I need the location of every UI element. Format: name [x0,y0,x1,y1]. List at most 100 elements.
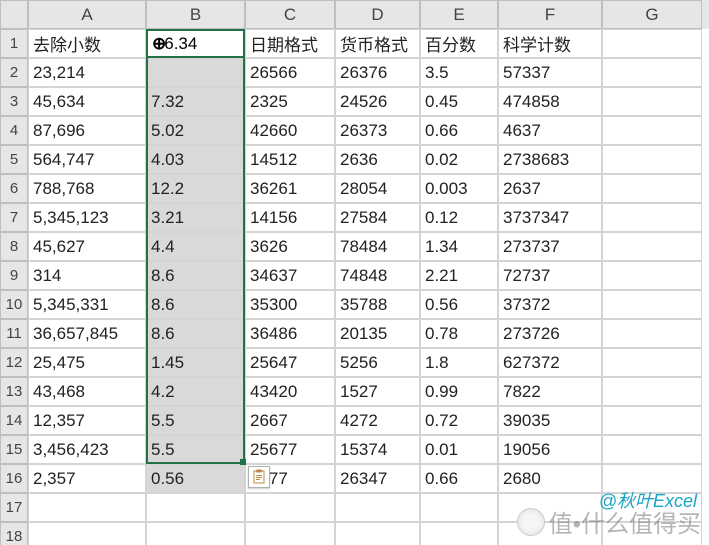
cell[interactable]: 0.56 [420,290,498,319]
row-header[interactable]: 18 [0,522,28,545]
cell[interactable]: 4.4 [146,232,245,261]
cell[interactable]: 23,214 [28,58,146,87]
fill-handle[interactable] [240,459,246,465]
cell[interactable]: 35788 [335,290,420,319]
cell[interactable] [602,522,702,545]
cell[interactable]: 2738683 [498,145,602,174]
cell[interactable]: 28054 [335,174,420,203]
cell[interactable]: 78484 [335,232,420,261]
cell[interactable]: 0.003 [420,174,498,203]
cell[interactable]: 5256 [335,348,420,377]
cell[interactable]: 0.45 [420,87,498,116]
row-header[interactable]: 3 [0,87,28,116]
row-header[interactable]: 12 [0,348,28,377]
cell[interactable]: 4272 [335,406,420,435]
cell[interactable]: 8.6 [146,290,245,319]
row-header[interactable]: 1 [0,29,28,58]
cell[interactable] [602,464,702,493]
cell[interactable] [602,290,702,319]
row-header[interactable]: 8 [0,232,28,261]
cell[interactable]: 12,357 [28,406,146,435]
cell[interactable] [335,522,420,545]
cell[interactable]: 27584 [335,203,420,232]
cell[interactable]: 0.12 [420,203,498,232]
cell[interactable]: 37372 [498,290,602,319]
cell[interactable]: 5.02 [146,116,245,145]
cell[interactable]: 36261 [245,174,335,203]
cell[interactable]: 4637 [498,116,602,145]
row-header[interactable]: 6 [0,174,28,203]
cell[interactable]: 273726 [498,319,602,348]
cell[interactable]: 3.5 [420,58,498,87]
cell[interactable] [602,203,702,232]
cell[interactable]: 去除小数 [28,29,146,58]
select-all-corner[interactable] [0,0,28,29]
cell[interactable]: 8.6 [146,319,245,348]
cell[interactable]: 74848 [335,261,420,290]
cell[interactable]: 2637 [498,174,602,203]
cell[interactable] [498,522,602,545]
cell[interactable]: 42660 [245,116,335,145]
cell[interactable]: 45,627 [28,232,146,261]
cell[interactable]: 0.02 [420,145,498,174]
cell[interactable] [602,493,702,522]
cell[interactable] [602,87,702,116]
cell[interactable]: 0.66 [420,464,498,493]
cell[interactable]: 3737347 [498,203,602,232]
row-header[interactable]: 4 [0,116,28,145]
cell[interactable] [420,522,498,545]
cell[interactable]: 25647 [245,348,335,377]
cell[interactable]: 15374 [335,435,420,464]
cell[interactable]: 24526 [335,87,420,116]
cell[interactable]: 2.21 [420,261,498,290]
cell[interactable]: 2636 [335,145,420,174]
col-header-E[interactable]: E [420,0,498,29]
cell[interactable]: 百分数 [420,29,498,58]
cell[interactable]: 564,747 [28,145,146,174]
cell[interactable]: 5.5 [146,406,245,435]
cell[interactable] [335,493,420,522]
row-header[interactable]: 13 [0,377,28,406]
cell[interactable]: 25677 [245,435,335,464]
cell[interactable]: 36,657,845 [28,319,146,348]
row-header[interactable]: 2 [0,58,28,87]
cell[interactable]: 1.8 [420,348,498,377]
cell[interactable]: 5,345,331 [28,290,146,319]
cell[interactable]: 474858 [498,87,602,116]
cell[interactable] [146,58,245,87]
cell[interactable] [602,116,702,145]
cell[interactable]: 7822 [498,377,602,406]
cell[interactable] [245,493,335,522]
col-header-G[interactable]: G [602,0,702,29]
row-header[interactable]: 11 [0,319,28,348]
cell[interactable]: 5,345,123 [28,203,146,232]
cell[interactable] [602,348,702,377]
cell[interactable] [602,174,702,203]
cell[interactable]: 57337 [498,58,602,87]
cell[interactable]: 3626 [245,232,335,261]
cell[interactable]: 627372 [498,348,602,377]
cell[interactable]: 273737 [498,232,602,261]
cell[interactable]: 25,475 [28,348,146,377]
cell[interactable] [602,58,702,87]
cell[interactable]: 34637 [245,261,335,290]
row-header[interactable]: 16 [0,464,28,493]
cell[interactable] [602,261,702,290]
cell[interactable]: 26373 [335,116,420,145]
cell[interactable]: 时间格式 [146,29,245,58]
cell[interactable] [602,232,702,261]
cell[interactable] [28,522,146,545]
cell[interactable]: 314 [28,261,146,290]
spreadsheet-grid[interactable]: A B C D E F G 1去除小数时间格式日期格式货币格式百分数科学计数22… [0,0,709,545]
col-header-C[interactable]: C [245,0,335,29]
cell[interactable]: 2,357 [28,464,146,493]
cell[interactable]: 货币格式 [335,29,420,58]
cell[interactable]: 43420 [245,377,335,406]
cell[interactable]: 35300 [245,290,335,319]
cell[interactable]: 26566 [245,58,335,87]
cell[interactable]: 3,456,423 [28,435,146,464]
cell[interactable]: 4.03 [146,145,245,174]
cell[interactable] [28,493,146,522]
row-header[interactable]: 10 [0,290,28,319]
cell[interactable]: 8.6 [146,261,245,290]
